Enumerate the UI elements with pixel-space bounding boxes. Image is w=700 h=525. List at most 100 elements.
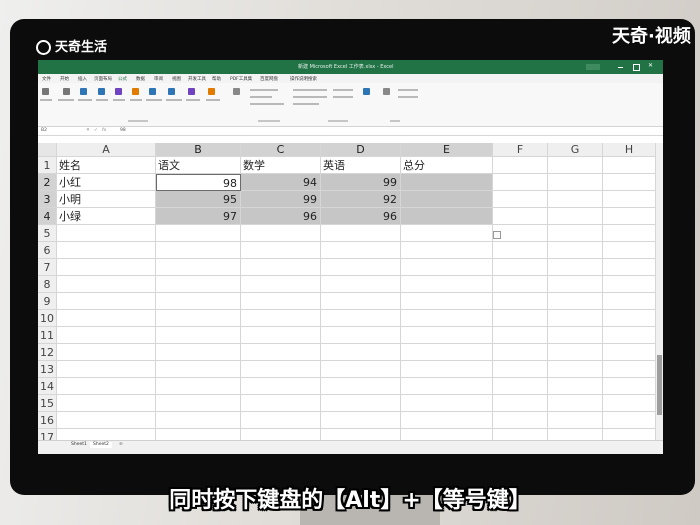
col-header-g[interactable]: G [548,143,603,157]
cell[interactable] [548,344,603,361]
row-header[interactable]: 5 [38,225,57,242]
cell[interactable] [156,412,241,429]
cell[interactable] [493,225,548,242]
cell[interactable] [401,395,493,412]
cell[interactable]: 95 [156,191,241,208]
cell[interactable] [603,259,656,276]
cell[interactable]: 98 [156,174,241,191]
autosum-icon[interactable] [63,88,70,95]
col-header-a[interactable]: A [57,143,156,157]
row-header[interactable]: 4 [38,208,57,225]
cell[interactable] [548,208,603,225]
cell[interactable]: 92 [321,191,401,208]
cell[interactable] [321,293,401,310]
cell[interactable] [603,208,656,225]
menu-developer[interactable]: 开发工具 [188,76,206,82]
cell[interactable]: 英语 [321,157,401,174]
cell[interactable] [241,259,321,276]
watch-window-icon[interactable] [363,88,370,95]
calc-options-icon[interactable] [383,88,390,95]
cell[interactable] [241,378,321,395]
cell[interactable] [548,378,603,395]
col-header-f[interactable]: F [493,143,548,157]
row-header[interactable]: 6 [38,242,57,259]
cell[interactable] [321,327,401,344]
col-header-d[interactable]: D [321,143,401,157]
text-icon[interactable] [132,88,139,95]
menu-home[interactable]: 开始 [60,76,69,82]
cell[interactable] [321,412,401,429]
row-header[interactable]: 7 [38,259,57,276]
cell[interactable] [493,242,548,259]
quick-analysis-icon[interactable] [493,231,501,239]
cell[interactable] [156,259,241,276]
cell[interactable] [401,191,493,208]
cell[interactable] [57,310,156,327]
cell[interactable] [156,361,241,378]
cell[interactable] [493,412,548,429]
cell[interactable]: 语文 [156,157,241,174]
menu-page-layout[interactable]: 页面布局 [94,76,112,82]
menu-baidu[interactable]: 百度网盘 [260,76,278,82]
cell[interactable] [401,174,493,191]
cell[interactable] [548,276,603,293]
cell[interactable] [57,378,156,395]
row-header[interactable]: 10 [38,310,57,327]
cell[interactable] [401,259,493,276]
name-manager-icon[interactable] [233,88,240,95]
cell[interactable]: 小明 [57,191,156,208]
cell[interactable]: 姓名 [57,157,156,174]
cell[interactable] [156,293,241,310]
cell[interactable] [321,225,401,242]
cell[interactable] [493,378,548,395]
cell[interactable] [241,327,321,344]
math-icon[interactable] [188,88,195,95]
vertical-scroll-thumb[interactable] [657,355,662,415]
col-header-h[interactable]: H [603,143,656,157]
more-functions-icon[interactable] [208,88,215,95]
cell[interactable] [241,361,321,378]
cell[interactable] [401,208,493,225]
menu-view[interactable]: 视图 [172,76,181,82]
cell[interactable] [603,276,656,293]
cell[interactable] [493,395,548,412]
row-header[interactable]: 14 [38,378,57,395]
cell[interactable] [548,310,603,327]
cell[interactable] [493,361,548,378]
row-header[interactable]: 3 [38,191,57,208]
cell[interactable] [241,310,321,327]
cell[interactable] [603,293,656,310]
cell[interactable] [57,293,156,310]
menu-formulas[interactable]: 公式 [118,76,127,82]
financial-icon[interactable] [98,88,105,95]
cell[interactable] [57,259,156,276]
cell[interactable] [548,191,603,208]
cell[interactable] [603,310,656,327]
cell[interactable]: 96 [321,208,401,225]
cell[interactable] [603,242,656,259]
cell[interactable] [603,412,656,429]
cell[interactable] [321,361,401,378]
menu-data[interactable]: 数据 [136,76,145,82]
cell[interactable] [401,361,493,378]
cell[interactable] [57,276,156,293]
lookup-icon[interactable] [168,88,175,95]
cell[interactable] [241,293,321,310]
close-icon[interactable]: ✕ [648,63,654,69]
cancel-icon[interactable]: ✕ [86,128,90,133]
cell[interactable] [241,412,321,429]
cell[interactable] [493,208,548,225]
cell[interactable] [548,157,603,174]
cell[interactable] [603,191,656,208]
cell[interactable] [401,378,493,395]
name-box[interactable]: B2 [41,128,47,133]
cell[interactable] [401,225,493,242]
cell[interactable]: 99 [241,191,321,208]
minimize-icon[interactable] [618,64,623,68]
row-header[interactable]: 12 [38,344,57,361]
row-header[interactable]: 15 [38,395,57,412]
cell[interactable]: 小红 [57,174,156,191]
cell[interactable] [548,412,603,429]
cell[interactable] [57,242,156,259]
cell[interactable] [493,310,548,327]
